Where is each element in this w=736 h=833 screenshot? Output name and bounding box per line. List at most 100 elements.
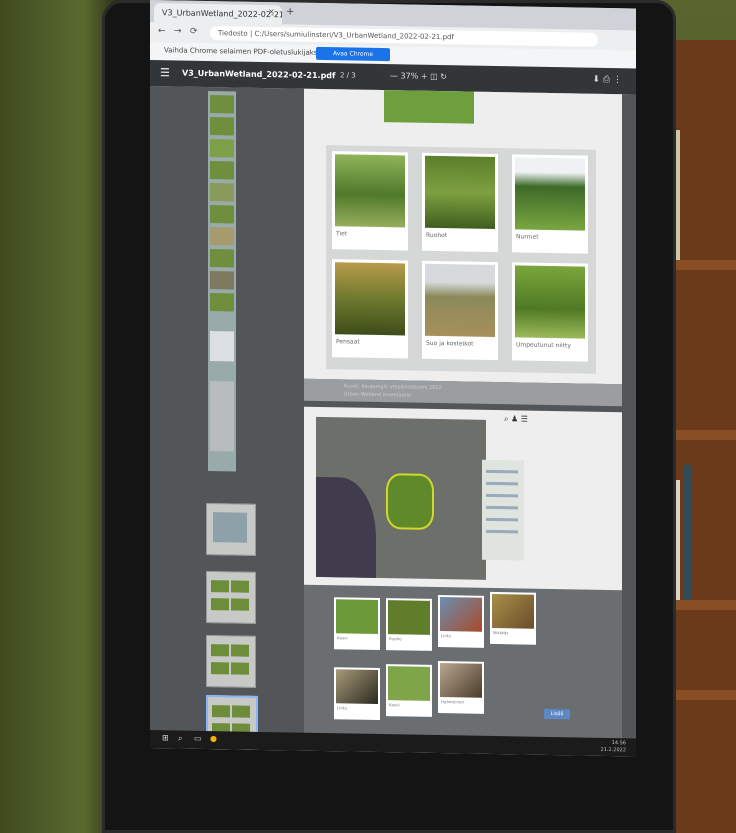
card-caption: Ruohot	[426, 231, 448, 240]
species-image	[336, 669, 378, 704]
footer-line-1: Kuvat: Kaupungin ympäristötoimi 2022	[344, 383, 442, 392]
species-card: Nisäkäs	[490, 591, 536, 645]
panel-row	[486, 469, 518, 474]
thumb-image	[210, 117, 234, 136]
fit-page-icon[interactable]: ◫	[430, 72, 438, 81]
page-thumbnail-1[interactable]	[208, 91, 236, 472]
zoom-controls: — 37% + ◫ ↻	[390, 71, 447, 81]
species-card: Hyönteinen	[438, 661, 484, 714]
tab-close-icon[interactable]: ×	[268, 7, 275, 16]
species-card: Kasvi	[386, 664, 432, 717]
species-card: Ruoho	[386, 598, 432, 651]
species-caption: Kasvi	[389, 702, 400, 708]
thumb-image	[231, 662, 249, 675]
browser-tab[interactable]: V3_UrbanWetland_2022-02-21.pdf	[154, 3, 282, 25]
reload-icon[interactable]: ⟳	[190, 27, 198, 37]
thumb-text	[210, 381, 234, 452]
print-icon[interactable]: ⎙	[603, 75, 610, 85]
new-tab-icon[interactable]: +	[286, 6, 294, 17]
map-park-area	[386, 473, 434, 530]
more-icon[interactable]: ⋮	[613, 75, 622, 85]
rotate-icon[interactable]: ↻	[440, 72, 447, 81]
thumb-image	[231, 580, 249, 593]
thumb-image	[210, 293, 234, 312]
thumb-image	[210, 205, 234, 224]
species-caption: Nisäkäs	[493, 629, 509, 636]
species-card: Lintu	[334, 667, 380, 721]
thumb-image	[210, 139, 234, 158]
page-footer: Kuvat: Kaupungin ympäristötoimi 2022 Urb…	[304, 378, 622, 407]
species-caption: Hyönteinen	[441, 699, 465, 705]
task-view-icon[interactable]: ▭	[194, 734, 202, 743]
map-toolbar[interactable]: ⌕ ♟ ☰	[504, 414, 528, 424]
thumb-image	[211, 662, 229, 675]
tab-title: V3_UrbanWetland_2022-02-21.pdf	[162, 8, 282, 20]
thumb-image	[231, 598, 249, 611]
pdf-actions: ⬇ ⎙ ⋮	[593, 75, 623, 86]
page-thumbnail-3[interactable]	[206, 570, 256, 624]
thumb-image	[211, 580, 229, 593]
panel-row	[486, 529, 518, 534]
top-photo	[384, 90, 474, 124]
back-icon[interactable]: ←	[158, 26, 166, 36]
search-icon[interactable]: ⌕	[178, 733, 182, 743]
zoom-in-button[interactable]: +	[421, 72, 428, 81]
thumb-image	[232, 705, 250, 718]
infobar-text: Vaihda Chrome selaimen PDF-oletuslukijak…	[164, 46, 320, 57]
habitat-card: Umpeutunut niitty	[512, 262, 588, 362]
system-tray[interactable]: 14.56 21.2.2022	[601, 740, 626, 754]
menu-icon[interactable]: ☰	[160, 66, 170, 79]
pdf-title: V3_UrbanWetland_2022-02-21.pdf	[182, 68, 336, 81]
species-caption: Kasvi	[337, 635, 348, 641]
species-image	[440, 663, 482, 698]
thumb-image	[211, 598, 229, 611]
page-indicator[interactable]: 2 / 3	[340, 71, 356, 79]
card-image	[425, 155, 495, 230]
habitat-grid: Tiet Ruohot Nurmet Pensaat Suo ja kostei…	[326, 145, 596, 374]
zoom-out-button[interactable]: —	[390, 71, 398, 80]
map-water	[316, 476, 376, 578]
zoom-level[interactable]: 37%	[401, 71, 419, 80]
card-image	[515, 157, 585, 231]
card-image	[425, 263, 495, 338]
species-image	[492, 593, 534, 629]
species-caption: Lintu	[337, 705, 347, 711]
card-caption: Tiet	[336, 230, 348, 238]
thumbnail-sidebar	[150, 86, 290, 751]
map-image	[316, 416, 486, 580]
chrome-icon[interactable]: ●	[210, 734, 217, 743]
card-image	[515, 265, 585, 339]
page-thumbnail-2[interactable]	[206, 502, 256, 556]
species-image	[388, 600, 430, 635]
thumb-image	[212, 705, 230, 718]
set-default-button[interactable]: Avaa Chrome oletuslukijana	[316, 46, 390, 71]
species-card: Kasvi	[334, 597, 380, 651]
pdf-page-1: Tiet Ruohot Nurmet Pensaat Suo ja kostei…	[304, 88, 622, 385]
pdf-viewer[interactable]: Tiet Ruohot Nurmet Pensaat Suo ja kostei…	[290, 88, 636, 757]
tray-date: 21.2.2022	[600, 746, 626, 754]
page-thumbnail-4[interactable]	[206, 634, 256, 688]
download-icon[interactable]: ⬇	[593, 75, 601, 85]
habitat-card: Suo ja kosteikot	[422, 260, 498, 361]
thumb-image	[213, 512, 247, 543]
species-image	[336, 599, 378, 634]
species-card: Lintu	[438, 595, 484, 648]
species-caption: Ruoho	[389, 636, 402, 642]
thumb-image	[210, 161, 234, 180]
card-caption: Suo ja kosteikot	[426, 339, 474, 348]
panel-row	[486, 493, 518, 498]
thumb-image	[231, 644, 249, 657]
habitat-card: Tiet	[332, 151, 408, 251]
species-section: Kasvi Ruoho Lintu Nisäkäs Lintu Kasvi Hy…	[304, 584, 622, 753]
thumb-image	[211, 644, 229, 657]
species-image	[388, 666, 430, 701]
footer-line-2: Urban Wetland inventaario	[344, 391, 412, 399]
more-species-button[interactable]: Lisää	[544, 708, 570, 720]
habitat-card: Pensaat	[332, 259, 408, 359]
thumb-image	[210, 271, 234, 290]
panel-row	[486, 505, 518, 510]
panel-row	[486, 517, 518, 522]
start-icon[interactable]: ⊞	[162, 733, 169, 742]
thumb-image	[210, 249, 234, 268]
forward-icon[interactable]: →	[174, 26, 182, 36]
